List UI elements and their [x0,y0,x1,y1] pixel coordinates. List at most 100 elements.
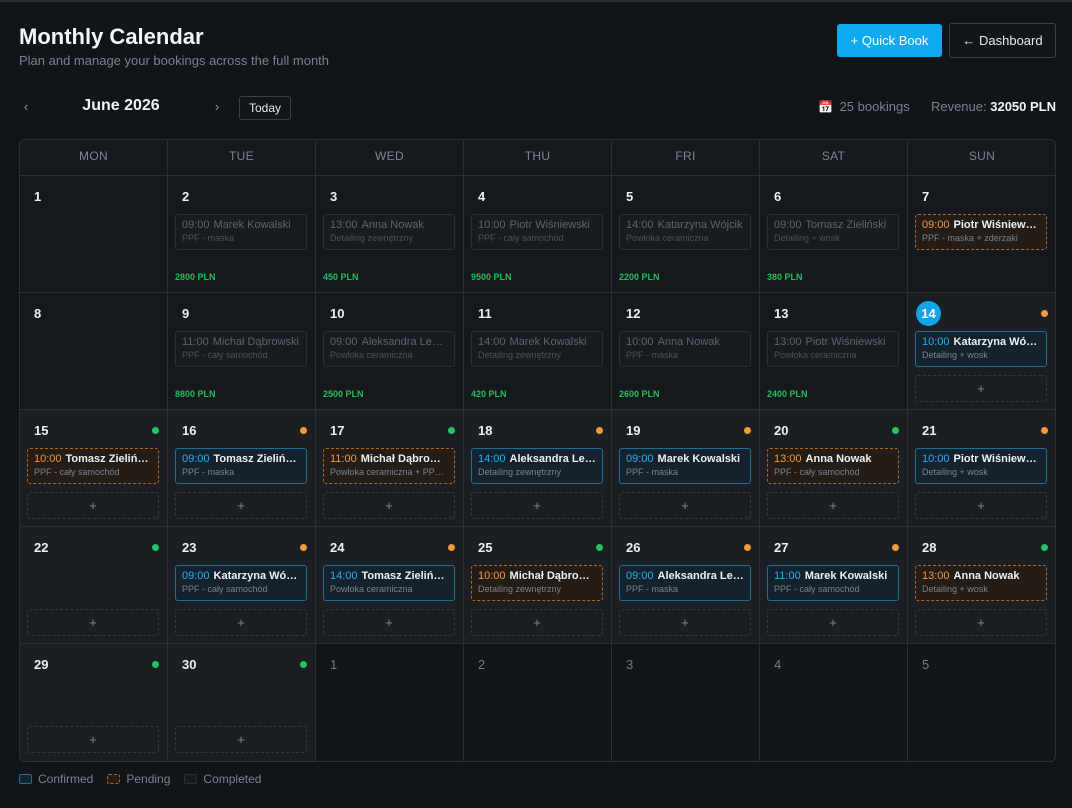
booking-card[interactable]: 13:00 Anna Nowak PPF - cały samochód [767,448,899,484]
booking-card[interactable]: 11:00 Marek Kowalski PPF - cały samochód [767,565,899,601]
booking-title: 09:00 Tomasz Zieliński [774,219,892,231]
booking-card[interactable]: 13:00 Piotr Wiśniewski Powłoka ceramiczna [767,331,899,367]
booking-client: Marek Kowalski [657,453,741,465]
add-booking-button[interactable]: + [323,609,455,636]
day-cell[interactable]: 15 10:00 Tomasz Zieliński PPF - cały samoch… [20,410,168,527]
quick-book-button[interactable]: + Quick Book [837,24,942,57]
day-cell[interactable]: 4 10:00 Piotr Wiśniewski PPF - cały samochó… [464,176,612,293]
booking-card[interactable]: 09:00 Marek Kowalski PPF - maska [175,214,307,250]
add-booking-button[interactable]: + [27,609,159,636]
day-cell[interactable]: 6 09:00 Tomasz Zieliński Detailing + wosk 38… [760,176,908,293]
booking-service: PPF - maska + zderzaki [922,233,1018,243]
booking-title: 09:00 Tomasz Zieliński [182,453,300,465]
dashboard-button[interactable]: ← Dashboard [949,23,1056,58]
day-cell[interactable]: 10 09:00 Aleksandra Lewak Powłoka ceramiczn… [316,293,464,410]
day-cell[interactable]: 2 09:00 Marek Kowalski PPF - maska 2800 PLN [168,176,316,293]
day-cell[interactable]: 28 13:00 Anna Nowak Detailing + wosk + [908,527,1055,644]
day-number: 4 [478,189,486,204]
booking-client: Piotr Wiśniewski [953,219,1040,231]
booking-card[interactable]: 09:00 Marek Kowalski PPF - maska [619,448,751,484]
day-cell[interactable]: 26 09:00 Aleksandra Lewak PPF - maska + [612,527,760,644]
day-cell[interactable]: 12 10:00 Anna Nowak PPF - maska 2600 PLN [612,293,760,410]
day-cell[interactable]: 17 11:00 Michał Dąbrowski Powłoka ceramiczn… [316,410,464,527]
day-cell[interactable]: 9 11:00 Michał Dąbrowski PPF - cały samochó… [168,293,316,410]
booking-card[interactable]: 10:00 Anna Nowak PPF - maska [619,331,751,367]
booking-card[interactable]: 09:00 Aleksandra Lewak Powłoka ceramiczna [323,331,455,367]
booking-card[interactable]: 10:00 Michał Dąbrowski Detailing zewnętrzn… [471,565,603,601]
add-booking-button[interactable]: + [915,492,1047,519]
day-cell[interactable]: 14 10:00 Katarzyna Wójcik Detailing + wosk + [908,293,1055,410]
booking-client: Piotr Wiśniewski [805,336,886,348]
day-cell[interactable]: 29 + [20,644,168,761]
booking-card[interactable]: 10:00 Katarzyna Wójcik Detailing + wosk [915,331,1047,367]
prev-month-button[interactable]: ‹ [19,99,33,114]
add-booking-button[interactable]: + [175,492,307,519]
status-dot [1041,310,1048,317]
day-cell[interactable]: 13 13:00 Piotr Wiśniewski Powłoka ceramiczn… [760,293,908,410]
day-cell[interactable]: 27 11:00 Marek Kowalski PPF - cały samochód… [760,527,908,644]
day-cell[interactable]: 25 10:00 Michał Dąbrowski Detailing zewnętr… [464,527,612,644]
day-cell[interactable]: 8 [20,293,168,410]
day-cell[interactable]: 5 14:00 Katarzyna Wójcik Powłoka ceramiczna… [612,176,760,293]
booking-card[interactable]: 14:00 Katarzyna Wójcik Powłoka ceramiczna [619,214,751,250]
booking-service: PPF - cały samochód [478,233,564,243]
day-cell[interactable]: 1 [316,644,464,761]
day-cell[interactable]: 20 13:00 Anna Nowak PPF - cały samochód + [760,410,908,527]
booking-card[interactable]: 09:00 Tomasz Zieliński Detailing + wosk [767,214,899,250]
add-booking-button[interactable]: + [27,492,159,519]
booking-card[interactable]: 09:00 Aleksandra Lewak PPF - maska [619,565,751,601]
day-cell[interactable]: 19 09:00 Marek Kowalski PPF - maska + [612,410,760,527]
day-cell[interactable]: 1 [20,176,168,293]
booking-card[interactable]: 10:00 Piotr Wiśniewski PPF - cały samochód [471,214,603,250]
add-booking-button[interactable]: + [915,375,1047,402]
day-cell[interactable]: 16 09:00 Tomasz Zieliński PPF - maska + [168,410,316,527]
booking-card[interactable]: 14:00 Tomasz Zieliński Powłoka ceramiczna [323,565,455,601]
booking-time: 13:00 [922,570,950,582]
booking-card[interactable]: 14:00 Aleksandra Lewak Detailing zewnętrzn… [471,448,603,484]
day-cell[interactable]: 11 14:00 Marek Kowalski Detailing zewnętrzn… [464,293,612,410]
day-number: 29 [34,657,49,672]
day-cell[interactable]: 2 [464,644,612,761]
add-booking-button[interactable]: + [767,609,899,636]
today-button[interactable]: Today [239,96,291,120]
booking-card[interactable]: 09:00 Piotr Wiśniewski PPF - maska + zderz… [915,214,1047,250]
booking-card[interactable]: 11:00 Michał Dąbrowski PPF - cały samochód [175,331,307,367]
day-number: 3 [330,189,338,204]
add-booking-button[interactable]: + [619,609,751,636]
day-cell[interactable]: 5 [908,644,1055,761]
day-cell[interactable]: 22 + [20,527,168,644]
day-cell[interactable]: 21 10:00 Piotr Wiśniewski Detailing + wosk + [908,410,1055,527]
booking-card[interactable]: 13:00 Anna Nowak Detailing zewnętrzny [323,214,455,250]
booking-card[interactable]: 10:00 Piotr Wiśniewski Detailing + wosk [915,448,1047,484]
add-booking-button[interactable]: + [471,609,603,636]
next-month-button[interactable]: › [210,99,224,114]
weekday-sat: SAT [760,140,908,176]
add-booking-button[interactable]: + [471,492,603,519]
add-booking-button[interactable]: + [175,726,307,753]
booking-card[interactable]: 09:00 Tomasz Zieliński PPF - maska [175,448,307,484]
day-cell[interactable]: 3 [612,644,760,761]
add-booking-button[interactable]: + [619,492,751,519]
add-booking-button[interactable]: + [27,726,159,753]
add-booking-button[interactable]: + [323,492,455,519]
add-booking-button[interactable]: + [767,492,899,519]
booking-card[interactable]: 09:00 Katarzyna Wójcik PPF - cały samochód [175,565,307,601]
booking-title: 13:00 Piotr Wiśniewski [774,336,892,348]
add-booking-button[interactable]: + [175,609,307,636]
booking-card[interactable]: 11:00 Michał Dąbrowski Powłoka ceramiczna … [323,448,455,484]
legend-swatch [184,774,198,784]
day-cell[interactable]: 24 14:00 Tomasz Zieliński Powłoka ceramiczn… [316,527,464,644]
booking-card[interactable]: 10:00 Tomasz Zieliński PPF - cały samochód [27,448,159,484]
day-number: 2 [182,189,190,204]
day-cell[interactable]: 23 09:00 Katarzyna Wójcik PPF - cały samoch… [168,527,316,644]
day-cell[interactable]: 4 [760,644,908,761]
booking-service: PPF - maska [182,233,235,243]
booking-card[interactable]: 14:00 Marek Kowalski Detailing zewnętrzny [471,331,603,367]
add-booking-button[interactable]: + [915,609,1047,636]
day-cell[interactable]: 18 14:00 Aleksandra Lewak Detailing zewnętr… [464,410,612,527]
status-dot [152,661,159,668]
day-cell[interactable]: 30 + [168,644,316,761]
day-cell[interactable]: 7 09:00 Piotr Wiśniewski PPF - maska + zder… [908,176,1055,293]
booking-card[interactable]: 13:00 Anna Nowak Detailing + wosk [915,565,1047,601]
day-cell[interactable]: 3 13:00 Anna Nowak Detailing zewnętrzny 450 … [316,176,464,293]
